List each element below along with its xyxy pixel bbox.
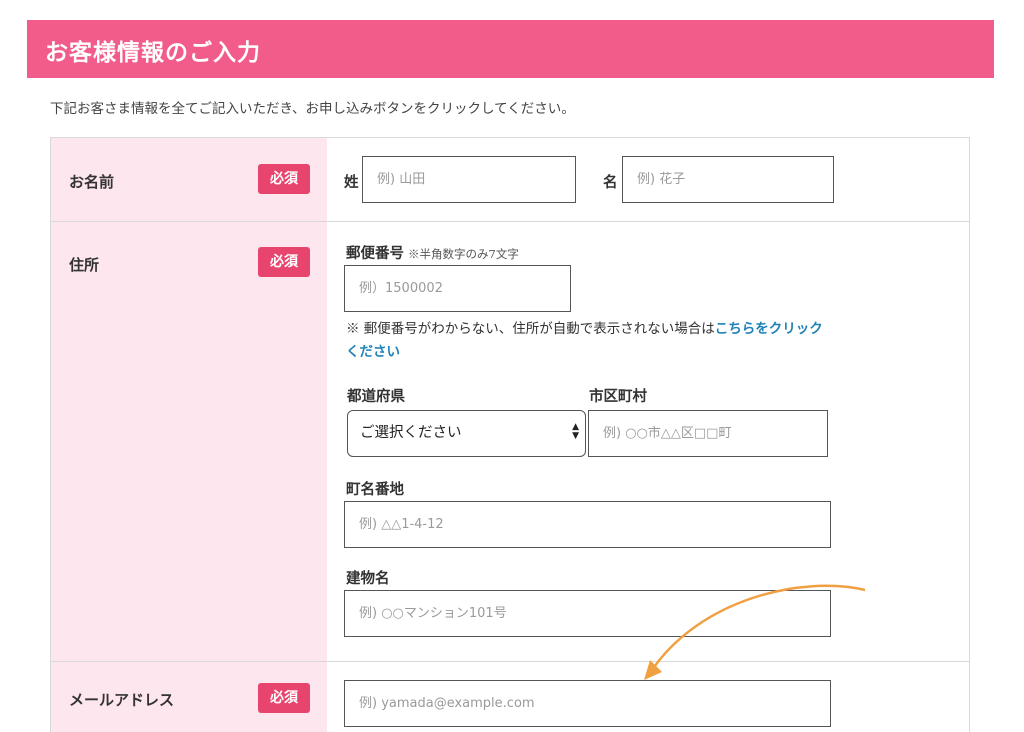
field-cell: 郵便番号 ※半角数字のみ7文字 ※ 郵便番号がわからない、住所が自動で表示されない… (327, 222, 969, 661)
name-row: お名前 必須 姓 名 (51, 138, 969, 222)
postal-help-text: ※ 郵便番号がわからない、住所が自動で表示されない場合はこちらをクリックください (346, 318, 836, 364)
postal-code-label: 郵便番号 ※半角数字のみ7文字 (346, 242, 519, 263)
email-label: メールアドレス (69, 691, 175, 709)
first-name-label: 名 (603, 174, 618, 191)
city-label: 市区町村 (589, 388, 647, 405)
field-cell: 姓 名 (327, 138, 969, 221)
city-input[interactable] (588, 410, 828, 457)
label-cell: 住所 必須 (51, 222, 327, 661)
instructions-text: 下記お客さま情報を全てご記入いただき、お申し込みボタンをクリックしてください。 (50, 101, 575, 117)
prefecture-select-value: ご選択ください (360, 425, 462, 441)
building-label: 建物名 (346, 570, 390, 587)
street-input[interactable] (344, 501, 831, 548)
postal-code-input[interactable] (344, 265, 571, 312)
last-name-label: 姓 (344, 174, 359, 191)
email-row: メールアドレス 必須 (51, 662, 969, 732)
email-input[interactable] (344, 680, 831, 727)
required-badge: 必須 (258, 683, 310, 713)
address-label: 住所 (69, 256, 100, 274)
required-badge: 必須 (258, 247, 310, 277)
page-title: お客様情報のご入力 (27, 20, 994, 78)
last-name-input[interactable] (362, 156, 576, 203)
required-badge: 必須 (258, 164, 310, 194)
postal-code-note: ※半角数字のみ7文字 (408, 247, 519, 261)
first-name-input[interactable] (622, 156, 834, 203)
field-cell (327, 662, 969, 732)
prefecture-label: 都道府県 (347, 388, 405, 405)
postal-help-message: ※ 郵便番号がわからない、住所が自動で表示されない場合は (346, 321, 715, 337)
prefecture-select[interactable]: ご選択ください ▲ ▼ (347, 410, 586, 457)
address-row: 住所 必須 郵便番号 ※半角数字のみ7文字 ※ 郵便番号がわからない、住所が自動で… (51, 222, 969, 662)
updown-arrows-icon: ▲ ▼ (572, 422, 579, 441)
label-cell: お名前 必須 (51, 138, 327, 221)
street-label: 町名番地 (346, 481, 404, 498)
customer-info-form: お名前 必須 姓 名 住所 必須 郵便番号 ※半角数字のみ7文字 ※ 郵便番号がわ… (50, 137, 970, 732)
building-input[interactable] (344, 590, 831, 637)
label-cell: メールアドレス 必須 (51, 662, 327, 732)
name-label: お名前 (69, 173, 115, 191)
postal-code-label-text: 郵便番号 (346, 245, 404, 262)
